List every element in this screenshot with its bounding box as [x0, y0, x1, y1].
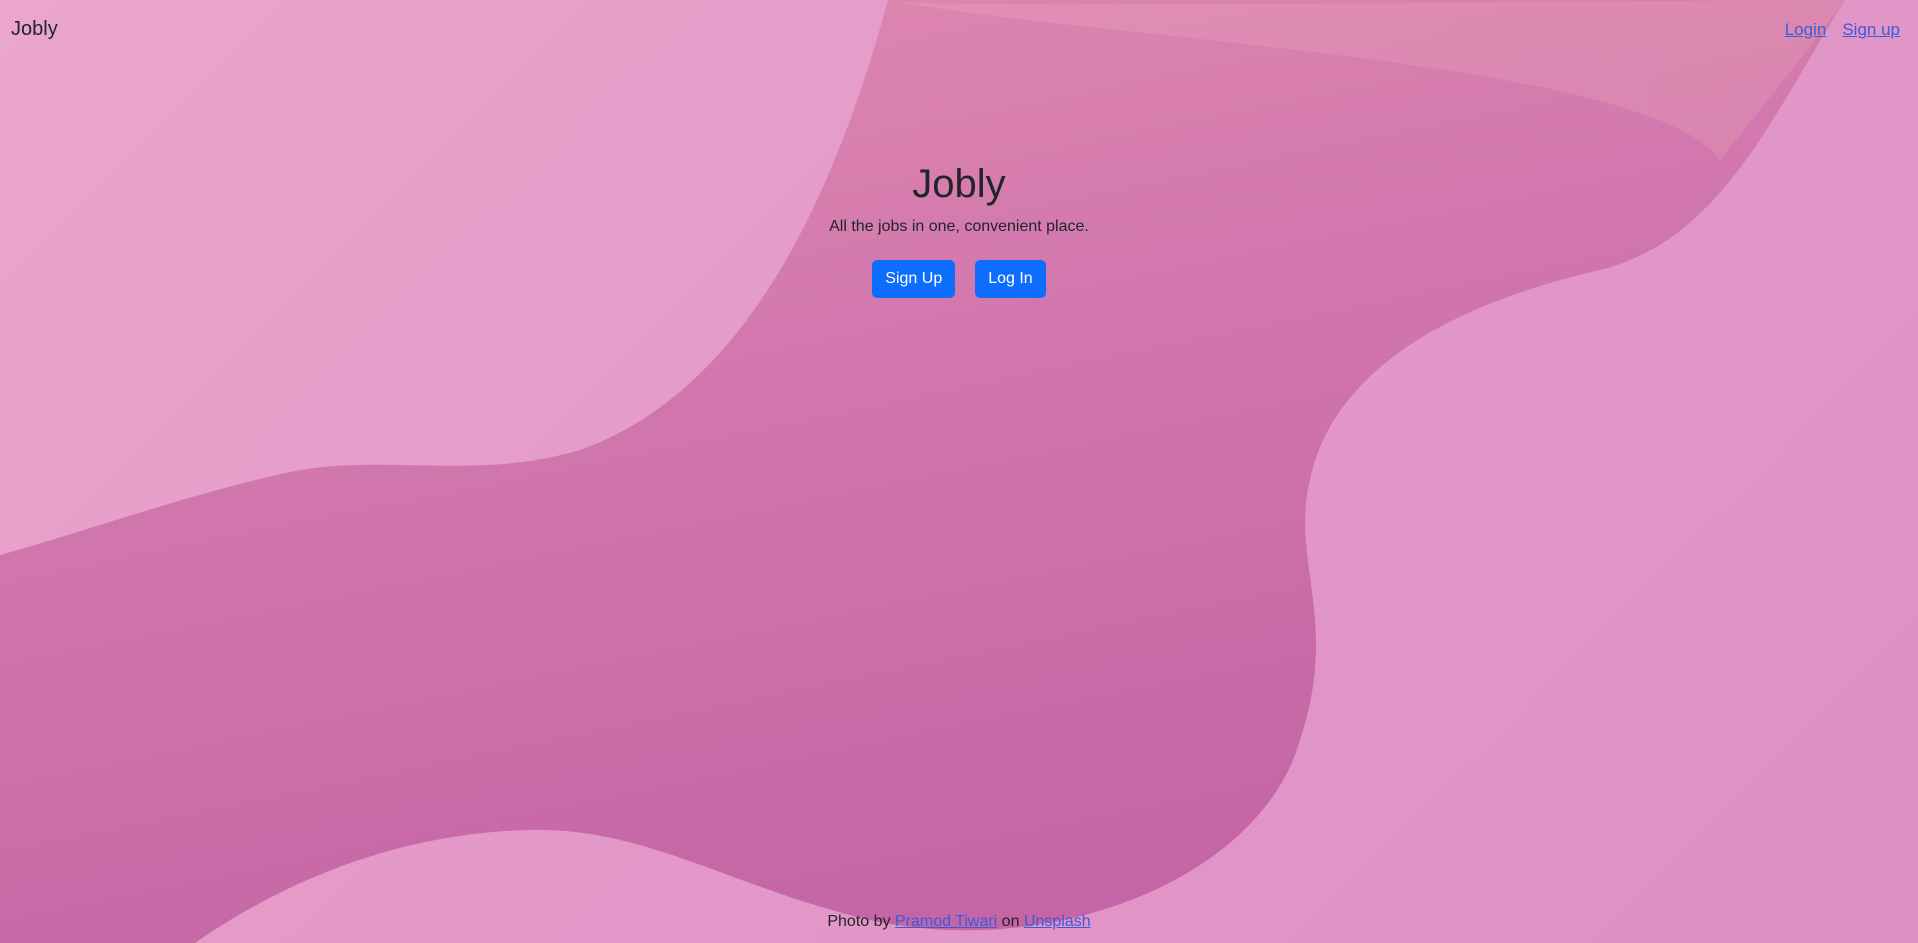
login-button[interactable]: Log In: [975, 260, 1046, 298]
navbar: Jobly Login Sign up: [0, 0, 1918, 60]
photo-credit: Photo by Pramod Tiwari on Unsplash: [0, 913, 1918, 931]
nav-signup-link[interactable]: Sign up: [1842, 20, 1900, 40]
hero-section: Jobly All the jobs in one, convenient pl…: [0, 158, 1918, 298]
hero-tagline: All the jobs in one, convenient place.: [829, 218, 1089, 235]
hero-buttons: Sign Up Log In: [0, 260, 1918, 298]
brand-link[interactable]: Jobly: [11, 18, 58, 41]
credit-middle: on: [1001, 913, 1020, 930]
signup-button[interactable]: Sign Up: [872, 260, 956, 298]
nav-login-link[interactable]: Login: [1785, 20, 1827, 40]
background-waves: [0, 0, 1845, 943]
background-wave-dark: [0, 0, 1845, 943]
credit-prefix: Photo by: [827, 913, 891, 930]
credit-author-link[interactable]: Pramod Tiwari: [895, 913, 997, 930]
page-title: Jobly: [912, 162, 1006, 206]
credit-site-link[interactable]: Unsplash: [1024, 913, 1091, 930]
nav-links: Login Sign up: [1785, 20, 1900, 40]
landing-page: Jobly Login Sign up Jobly All the jobs i…: [0, 0, 1918, 943]
